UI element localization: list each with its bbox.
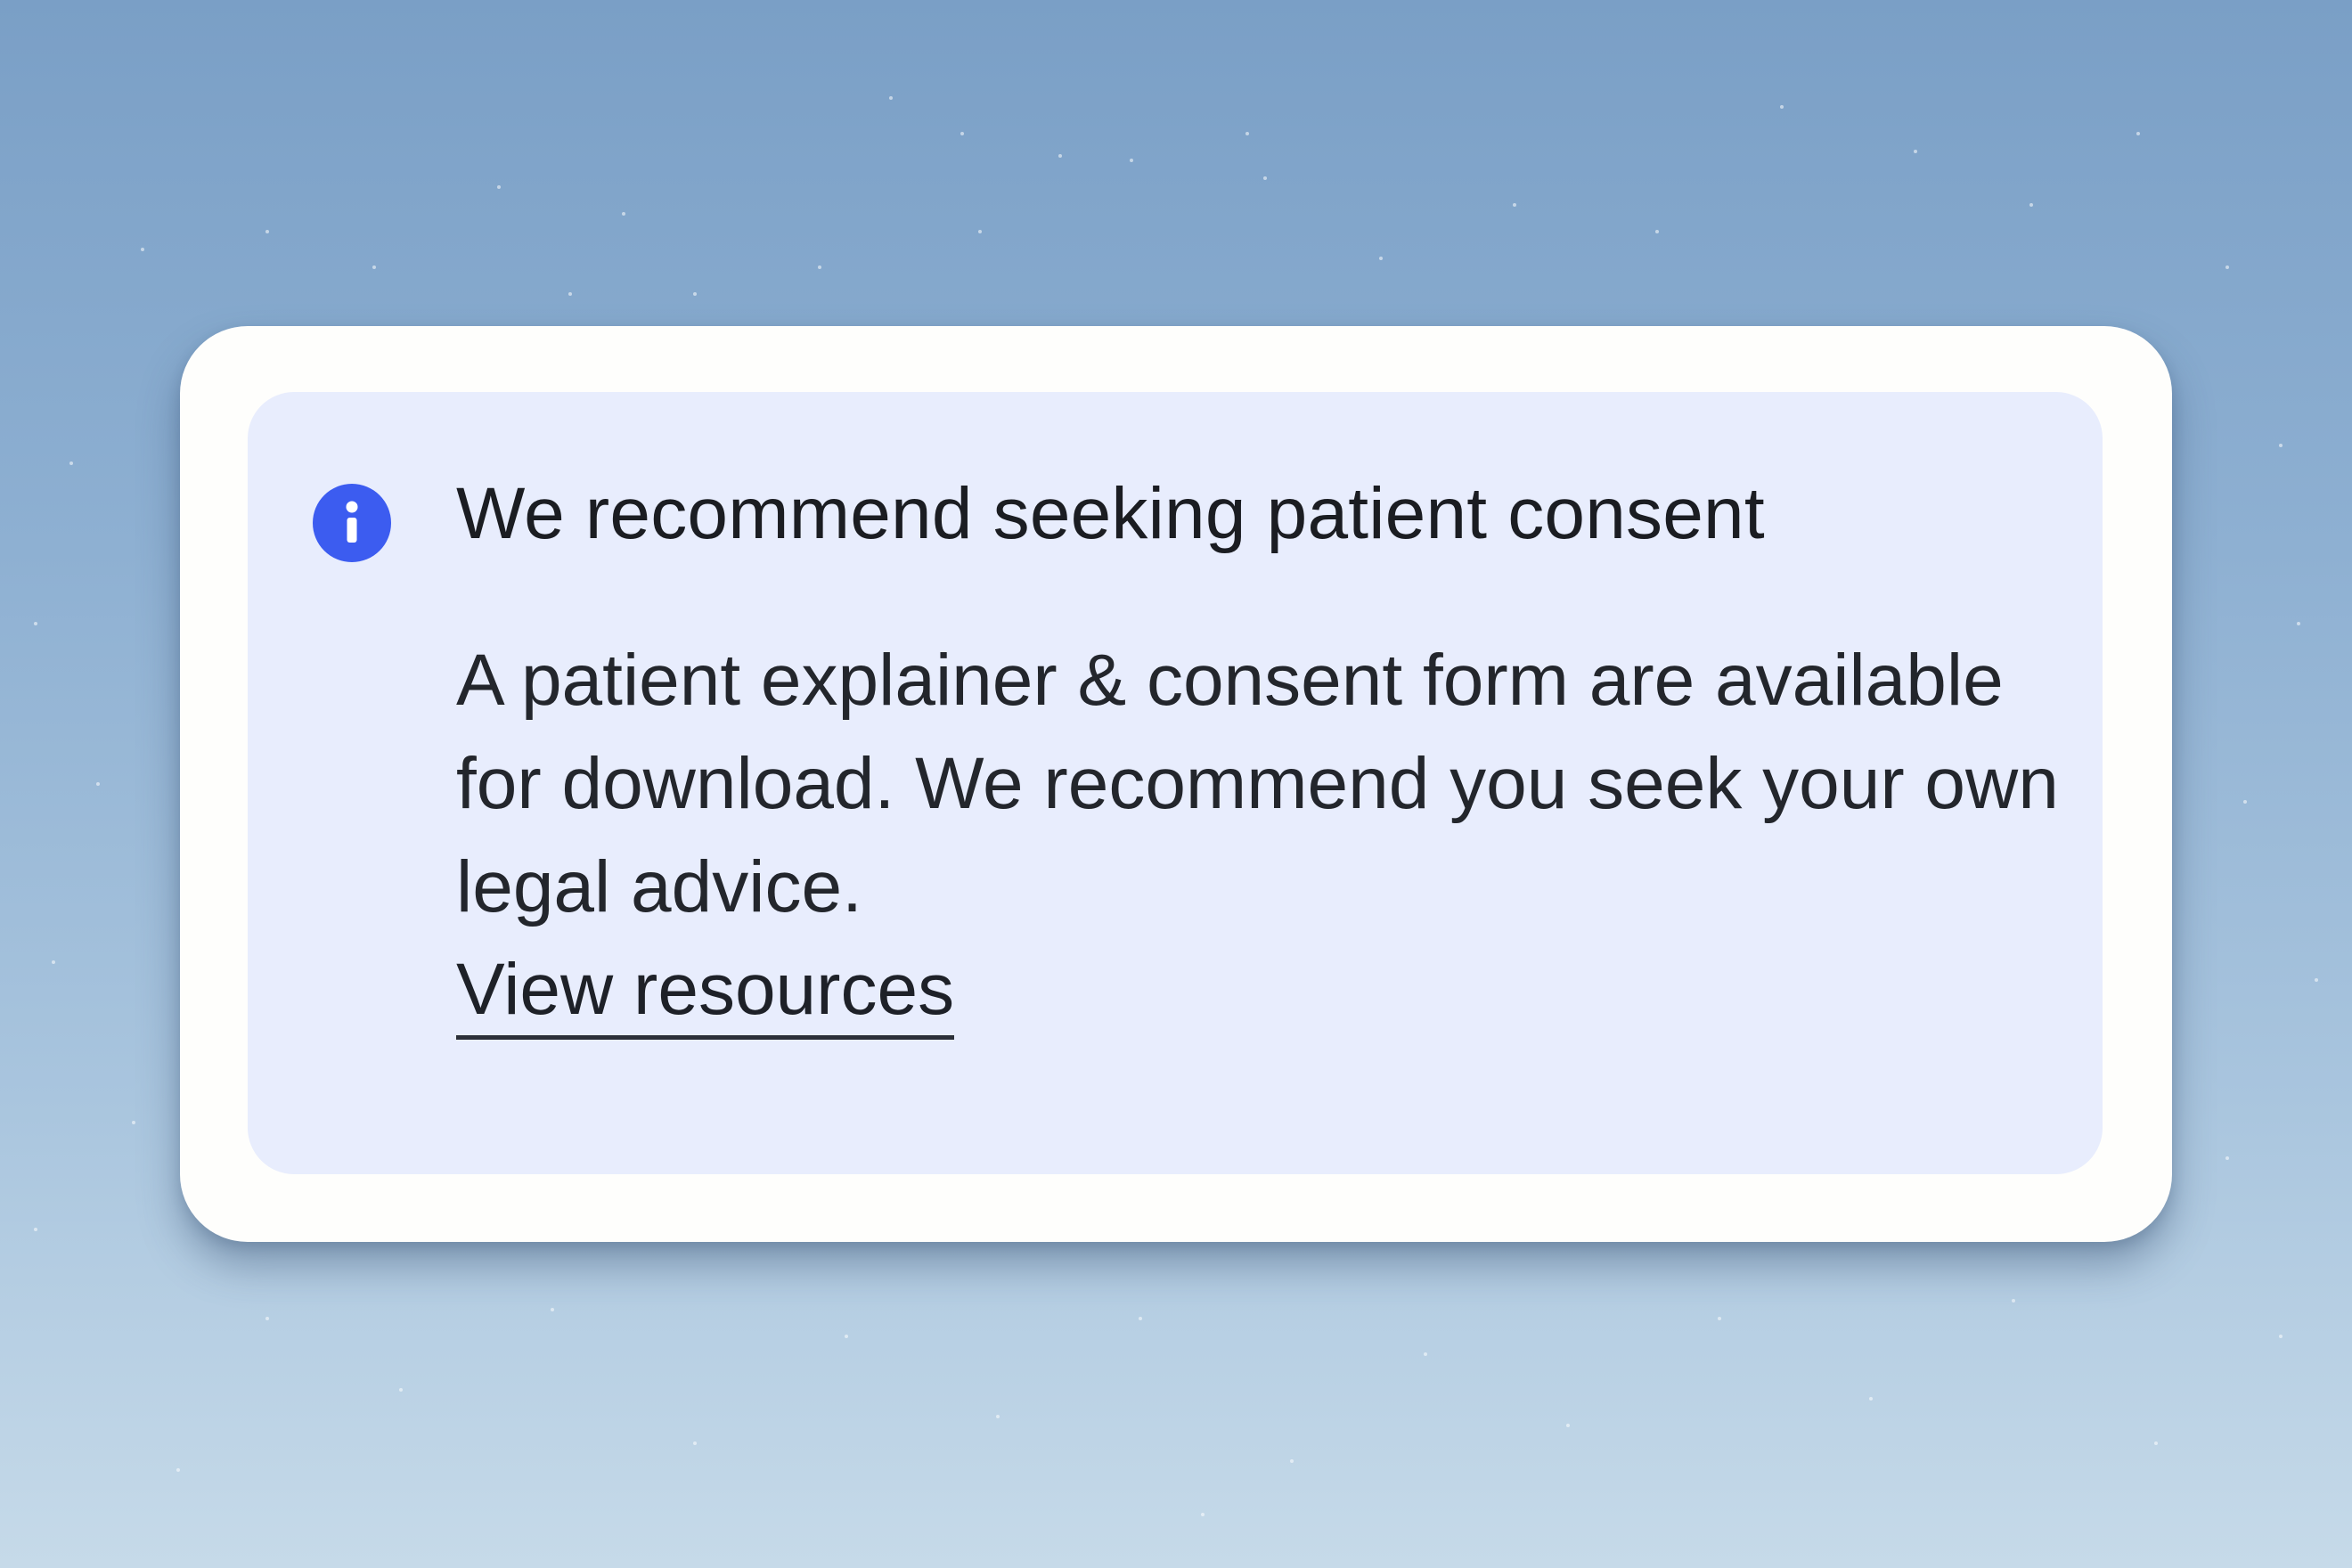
info-callout: We recommend seeking patient consent A p… <box>248 392 2103 1174</box>
notice-title: We recommend seeking patient consent <box>456 473 1765 554</box>
info-icon <box>313 484 391 562</box>
view-resources-link[interactable]: View resources <box>456 946 955 1041</box>
notice-body: A patient explainer & consent form are a… <box>456 640 2059 927</box>
notice-card: We recommend seeking patient consent A p… <box>180 326 2172 1242</box>
